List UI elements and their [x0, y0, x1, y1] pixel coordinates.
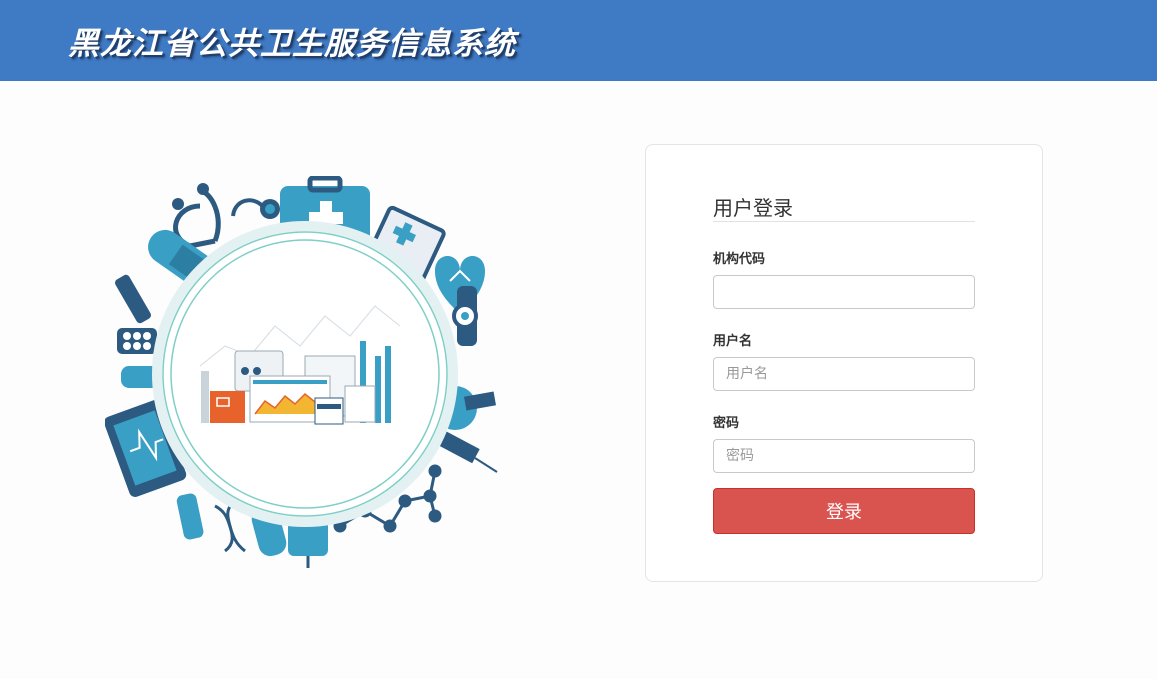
system-title: 黑龙江省公共卫生服务信息系统: [68, 26, 516, 62]
login-title: 用户登录: [713, 195, 975, 222]
username-label: 用户名: [713, 334, 753, 349]
org-code-label: 机构代码: [713, 252, 766, 267]
thermometer-icon: [452, 286, 478, 346]
bottle-icon: [176, 493, 204, 540]
password-label: 密码: [713, 416, 740, 431]
medical-illustration: [105, 176, 498, 568]
username-input[interactable]: [713, 357, 975, 391]
org-code-input[interactable]: [713, 275, 975, 309]
password-input[interactable]: [713, 439, 975, 473]
header-bar: 黑龙江省公共卫生服务信息系统: [0, 0, 1157, 81]
login-button[interactable]: 登录: [713, 488, 975, 534]
